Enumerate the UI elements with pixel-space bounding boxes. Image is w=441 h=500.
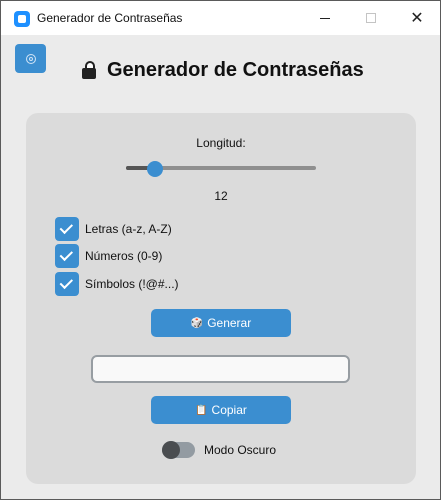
symbols-label: Símbolos (!@#...) bbox=[85, 277, 179, 291]
title-bar: Generador de Contraseñas ✕ bbox=[1, 1, 440, 35]
theme-icon bbox=[25, 53, 36, 64]
length-slider[interactable] bbox=[126, 161, 316, 177]
lock-icon bbox=[79, 60, 99, 80]
password-output[interactable] bbox=[91, 355, 350, 383]
letters-checkbox[interactable] bbox=[55, 217, 79, 241]
dark-mode-switch[interactable] bbox=[162, 441, 195, 459]
copy-button[interactable]: 📋 Copiar bbox=[151, 396, 291, 424]
option-numbers[interactable]: Números (0-9) bbox=[55, 244, 162, 268]
minimize-button[interactable] bbox=[302, 1, 348, 35]
clipboard-icon: 📋 bbox=[195, 404, 208, 416]
window-title: Generador de Contraseñas bbox=[37, 11, 183, 25]
generate-label: Generar bbox=[207, 316, 252, 330]
option-letters[interactable]: Letras (a-z, A-Z) bbox=[55, 217, 172, 241]
generator-card: Longitud: 12 Letras (a-z, A-Z) Números (… bbox=[26, 113, 416, 484]
symbols-checkbox[interactable] bbox=[55, 272, 79, 296]
copy-label: Copiar bbox=[211, 403, 247, 417]
page-header: Generador de Contraseñas bbox=[79, 57, 364, 83]
minimize-icon bbox=[320, 17, 330, 19]
length-label: Longitud: bbox=[196, 136, 246, 150]
option-symbols[interactable]: Símbolos (!@#...) bbox=[55, 272, 179, 296]
maximize-icon bbox=[366, 13, 376, 23]
theme-toggle-button[interactable] bbox=[15, 44, 46, 73]
numbers-checkbox[interactable] bbox=[55, 244, 79, 268]
check-icon bbox=[59, 220, 74, 234]
close-button[interactable]: ✕ bbox=[394, 1, 440, 35]
app-icon bbox=[14, 11, 30, 27]
app-window: Generador de Contraseñas ✕ Generador de … bbox=[0, 0, 441, 500]
check-icon bbox=[59, 247, 74, 261]
dark-mode-label: Modo Oscuro bbox=[204, 443, 277, 457]
close-icon: ✕ bbox=[410, 8, 424, 27]
length-value: 12 bbox=[214, 189, 228, 203]
slider-thumb[interactable] bbox=[146, 161, 163, 177]
check-icon bbox=[59, 275, 74, 289]
dark-mode-row[interactable]: Modo Oscuro bbox=[162, 441, 276, 459]
letters-label: Letras (a-z, A-Z) bbox=[85, 222, 172, 236]
numbers-label: Números (0-9) bbox=[85, 249, 163, 263]
page-title: Generador de Contraseñas bbox=[107, 58, 364, 81]
switch-knob bbox=[162, 441, 180, 459]
dice-icon: 🎲 bbox=[190, 317, 204, 329]
generate-button[interactable]: 🎲 Generar bbox=[151, 309, 291, 337]
maximize-button[interactable] bbox=[348, 1, 394, 35]
